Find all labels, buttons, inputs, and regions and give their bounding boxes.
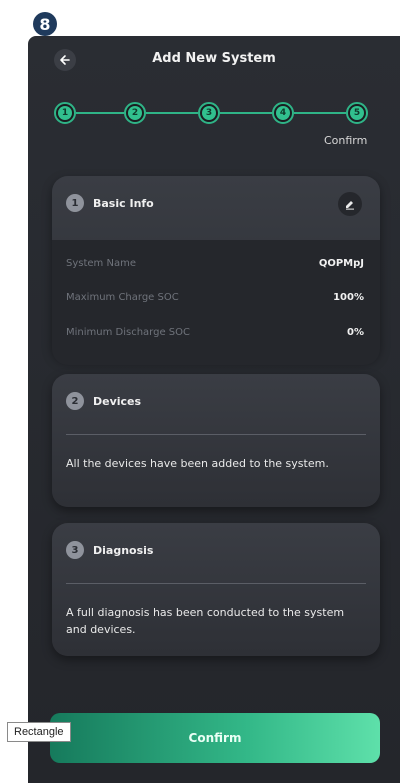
card-number: 2	[66, 392, 84, 410]
top-bar: Add New System	[28, 36, 400, 86]
step-connector	[146, 112, 198, 114]
devices-text: All the devices have been added to the s…	[66, 457, 329, 470]
step-4-label: 4	[276, 106, 290, 120]
step-2[interactable]: 2	[124, 102, 146, 124]
tooltip: Rectangle	[7, 722, 71, 742]
card-header: 1 Basic Info	[66, 194, 154, 212]
info-row: Maximum Charge SOC 100%	[66, 292, 364, 303]
app-screen: Add New System 1 2 3 4 5 Confirm 1 Basic…	[28, 36, 400, 783]
step-5-label: 5	[350, 106, 364, 120]
info-row: System Name QOPMpJ	[66, 258, 364, 269]
step-number-badge: 8	[33, 12, 57, 36]
step-caption: Confirm	[324, 134, 368, 147]
step-connector	[76, 112, 124, 114]
basic-info-card: 1 Basic Info System Name QOPMpJ Maximum …	[52, 176, 380, 365]
diagnosis-text: A full diagnosis has been conducted to t…	[66, 606, 345, 636]
card-title: Devices	[93, 394, 142, 408]
devices-card: 2 Devices All the devices have been adde…	[52, 374, 380, 507]
info-label: System Name	[66, 258, 136, 269]
card-header: 2 Devices	[66, 392, 141, 410]
step-2-label: 2	[128, 106, 142, 120]
progress-stepper: 1 2 3 4 5 Confirm	[28, 98, 400, 148]
step-1-label: 1	[58, 106, 72, 120]
info-value: 0%	[347, 327, 364, 338]
card-number: 3	[66, 541, 84, 559]
info-value: 100%	[333, 292, 364, 303]
info-value: QOPMpJ	[318, 258, 364, 269]
step-connector	[220, 112, 272, 114]
step-3-label: 3	[202, 106, 216, 120]
pencil-icon	[346, 201, 354, 210]
divider	[66, 434, 366, 435]
step-1[interactable]: 1	[54, 102, 76, 124]
page-title: Add New System	[152, 51, 276, 66]
card-number: 1	[66, 194, 84, 212]
step-3[interactable]: 3	[198, 102, 220, 124]
diagnosis-card: 3 Diagnosis A full diagnosis has been co…	[52, 523, 380, 656]
card-title: Basic Info	[93, 196, 154, 210]
info-label: Maximum Charge SOC	[66, 292, 179, 303]
step-4[interactable]: 4	[272, 102, 294, 124]
divider	[66, 583, 366, 584]
card-title: Diagnosis	[93, 543, 154, 557]
info-label: Minimum Discharge SOC	[66, 327, 190, 338]
step-connector	[294, 112, 346, 114]
edit-button[interactable]	[338, 192, 362, 216]
step-5[interactable]: 5	[346, 102, 368, 124]
confirm-button[interactable]: Confirm	[50, 713, 380, 763]
info-row: Minimum Discharge SOC 0%	[66, 327, 364, 338]
card-header: 3 Diagnosis	[66, 541, 153, 559]
